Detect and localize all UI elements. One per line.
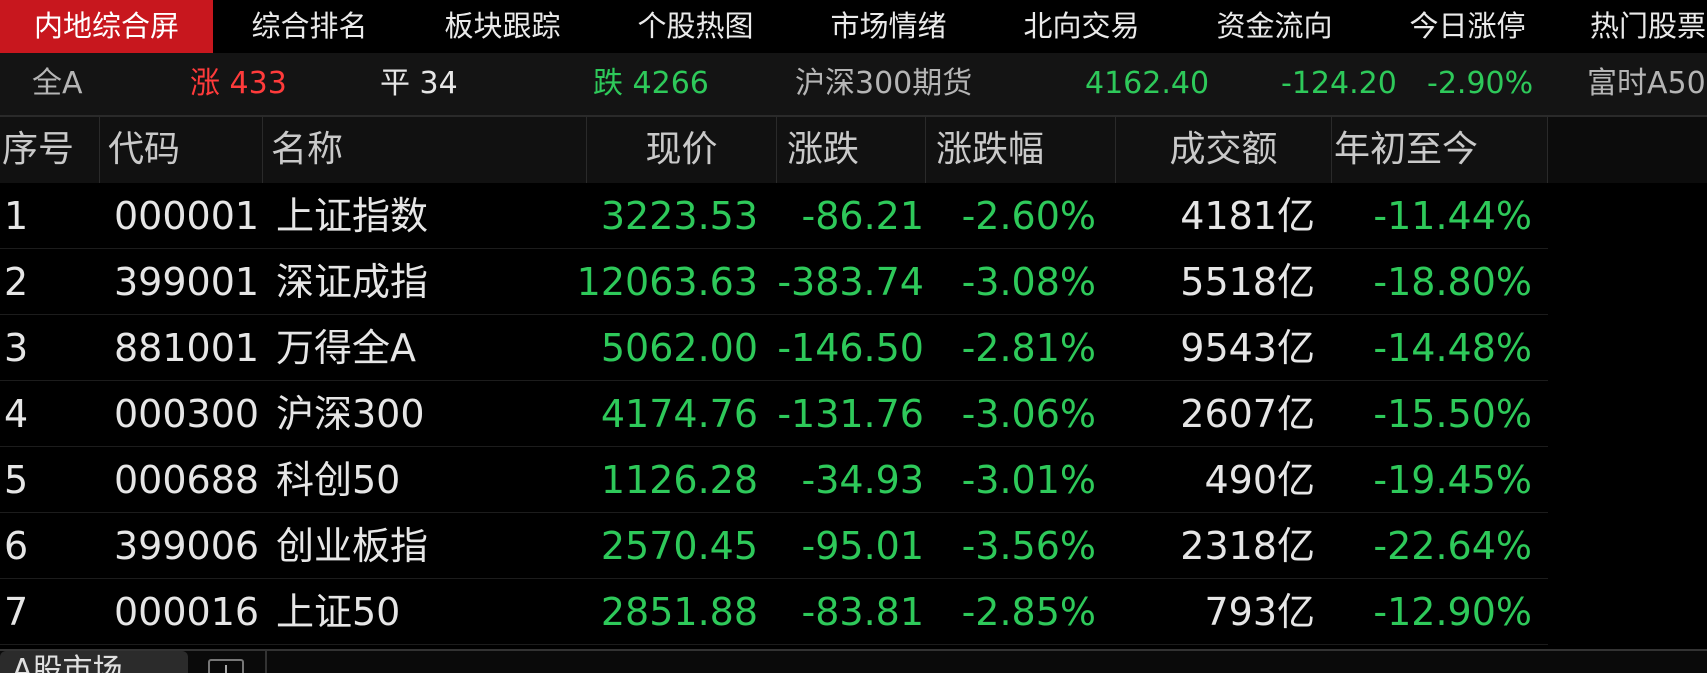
tab-hot-stocks[interactable]: 热门股票 <box>1590 0 1707 53</box>
row-change-pct: -3.01% <box>961 458 1096 502</box>
row-index: 4 <box>4 392 29 436</box>
table-row[interactable]: 7 000016 上证50 2851.88 -83.81 -2.85% 793亿… <box>0 579 1707 645</box>
sheet-divider <box>265 651 267 673</box>
row-code: 000300 <box>114 392 260 436</box>
column-header-index[interactable]: 序号 <box>0 117 100 183</box>
table-header: 序号 代码 名称 现价 涨跌 涨跌幅 成交额 年初至今 <box>0 117 1707 183</box>
row-name: 沪深300 <box>276 392 425 436</box>
table-row[interactable]: 6 399006 创业板指 2570.45 -95.01 -3.56% 2318… <box>0 513 1707 579</box>
table-row[interactable]: 1 000001 上证指数 3223.53 -86.21 -2.60% 4181… <box>0 183 1707 249</box>
tab-mainland-overview[interactable]: 内地综合屏 <box>0 0 213 53</box>
row-amount: 2318亿 <box>1180 524 1315 568</box>
table-row[interactable]: 2 399001 深证成指 12063.63 -383.74 -3.08% 55… <box>0 249 1707 315</box>
row-price: 2851.88 <box>600 590 758 634</box>
column-header-amount[interactable]: 成交额 <box>1116 117 1332 183</box>
column-header-ytd[interactable]: 年初至今 <box>1332 117 1548 183</box>
summary-futures-change: -124.20 <box>1281 66 1397 101</box>
summary-flat-count: 平 34 <box>380 66 458 101</box>
row-price: 1126.28 <box>600 458 758 502</box>
row-amount: 2607亿 <box>1180 392 1315 436</box>
tab-capital-flow[interactable]: 资金流向 <box>1178 0 1371 53</box>
column-header-change-pct[interactable]: 涨跌幅 <box>926 117 1116 183</box>
row-index: 6 <box>4 524 29 568</box>
row-change-pct: -3.08% <box>961 260 1096 304</box>
row-price: 12063.63 <box>576 260 758 304</box>
table-row[interactable]: 4 000300 沪深300 4174.76 -131.76 -3.06% 26… <box>0 381 1707 447</box>
row-change-pct: -3.56% <box>961 524 1096 568</box>
row-index: 7 <box>4 590 29 634</box>
row-amount: 490亿 <box>1204 458 1315 502</box>
row-ytd: -19.45% <box>1373 458 1532 502</box>
row-ytd: -14.48% <box>1373 326 1532 370</box>
row-change: -95.01 <box>801 524 925 568</box>
row-change-pct: -2.60% <box>961 194 1096 238</box>
row-price: 3223.53 <box>600 194 758 238</box>
row-name: 创业板指 <box>276 524 429 568</box>
row-ytd: -22.64% <box>1373 524 1532 568</box>
summary-futures-pct: -2.90% <box>1427 66 1534 101</box>
tab-northbound-trading[interactable]: 北向交易 <box>985 0 1178 53</box>
tab-sector-tracking[interactable]: 板块跟踪 <box>406 0 599 53</box>
sheet-tab-a-share[interactable]: A股市场 <box>0 651 188 673</box>
summary-up-count: 涨 433 <box>190 66 287 101</box>
row-code: 000001 <box>114 194 260 238</box>
tab-limit-up-today[interactable]: 今日涨停 <box>1371 0 1564 53</box>
row-change: -83.81 <box>801 590 925 634</box>
summary-futures-price: 4162.40 <box>1085 66 1210 101</box>
row-amount: 9543亿 <box>1180 326 1315 370</box>
row-index: 3 <box>4 326 29 370</box>
row-name: 上证50 <box>276 590 401 634</box>
row-index: 5 <box>4 458 29 502</box>
column-header-price[interactable]: 现价 <box>587 117 777 183</box>
plus-icon[interactable] <box>208 659 244 673</box>
row-change-pct: -2.85% <box>961 590 1096 634</box>
row-code: 399006 <box>114 524 260 568</box>
column-header-change[interactable]: 涨跌 <box>777 117 926 183</box>
tab-stock-heatmap[interactable]: 个股热图 <box>599 0 792 53</box>
row-code: 000016 <box>114 590 260 634</box>
row-index: 2 <box>4 260 29 304</box>
row-name: 万得全A <box>276 326 416 370</box>
row-price: 5062.00 <box>600 326 758 370</box>
row-ytd: -15.50% <box>1373 392 1532 436</box>
row-ytd: -12.90% <box>1373 590 1532 634</box>
column-header-code[interactable]: 代码 <box>100 117 263 183</box>
row-name: 深证成指 <box>276 260 429 304</box>
tab-market-sentiment[interactable]: 市场情绪 <box>792 0 985 53</box>
row-change: -146.50 <box>777 326 924 370</box>
row-ytd: -18.80% <box>1373 260 1532 304</box>
tab-composite-ranking[interactable]: 综合排名 <box>213 0 406 53</box>
row-amount: 5518亿 <box>1180 260 1315 304</box>
row-name: 上证指数 <box>276 194 429 238</box>
summary-market-label: 全A <box>32 66 83 101</box>
row-code: 000688 <box>114 458 260 502</box>
table-row[interactable]: 5 000688 科创50 1126.28 -34.93 -3.01% 490亿… <box>0 447 1707 513</box>
summary-down-count: 跌 4266 <box>593 66 709 101</box>
row-change-pct: -2.81% <box>961 326 1096 370</box>
summary-futures-name: 沪深300期货 <box>795 66 973 101</box>
row-name: 科创50 <box>276 458 401 502</box>
row-price: 4174.76 <box>600 392 758 436</box>
row-amount: 793亿 <box>1204 590 1315 634</box>
row-change: -34.93 <box>801 458 925 502</box>
summary-next-item: 富时A50 <box>1587 66 1706 101</box>
row-change: -86.21 <box>801 194 925 238</box>
row-code: 881001 <box>114 326 260 370</box>
column-header-name[interactable]: 名称 <box>263 117 587 183</box>
row-amount: 4181亿 <box>1180 194 1315 238</box>
top-tab-bar: 内地综合屏 综合排名 板块跟踪 个股热图 市场情绪 北向交易 资金流向 今日涨停… <box>0 0 1707 53</box>
row-price: 2570.45 <box>600 524 758 568</box>
market-summary-bar: 全A 涨 433 平 34 跌 4266 沪深300期货 4162.40 -12… <box>0 53 1707 115</box>
row-change: -383.74 <box>777 260 924 304</box>
row-change: -131.76 <box>777 392 924 436</box>
table-row[interactable]: 3 881001 万得全A 5062.00 -146.50 -2.81% 954… <box>0 315 1707 381</box>
row-ytd: -11.44% <box>1373 194 1532 238</box>
row-index: 1 <box>4 194 29 238</box>
row-code: 399001 <box>114 260 260 304</box>
row-change-pct: -3.06% <box>961 392 1096 436</box>
sheet-tab-bar: A股市场 <box>0 651 1707 673</box>
